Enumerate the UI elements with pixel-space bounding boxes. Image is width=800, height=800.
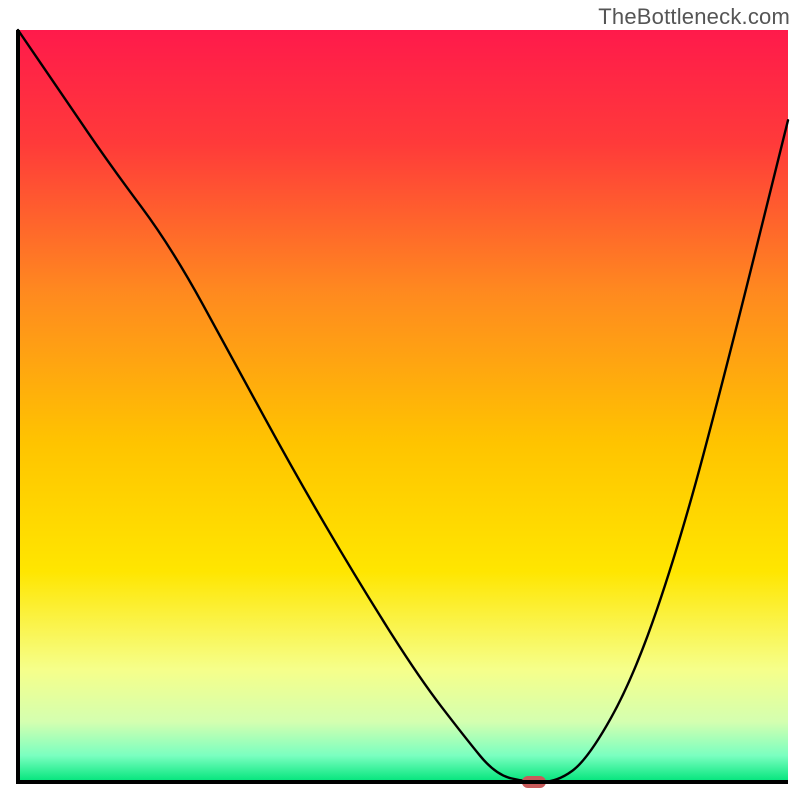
watermark-text: TheBottleneck.com: [598, 4, 790, 30]
chart-container: TheBottleneck.com: [0, 0, 800, 800]
bottleneck-chart: [0, 0, 800, 800]
gradient-background: [18, 30, 788, 782]
